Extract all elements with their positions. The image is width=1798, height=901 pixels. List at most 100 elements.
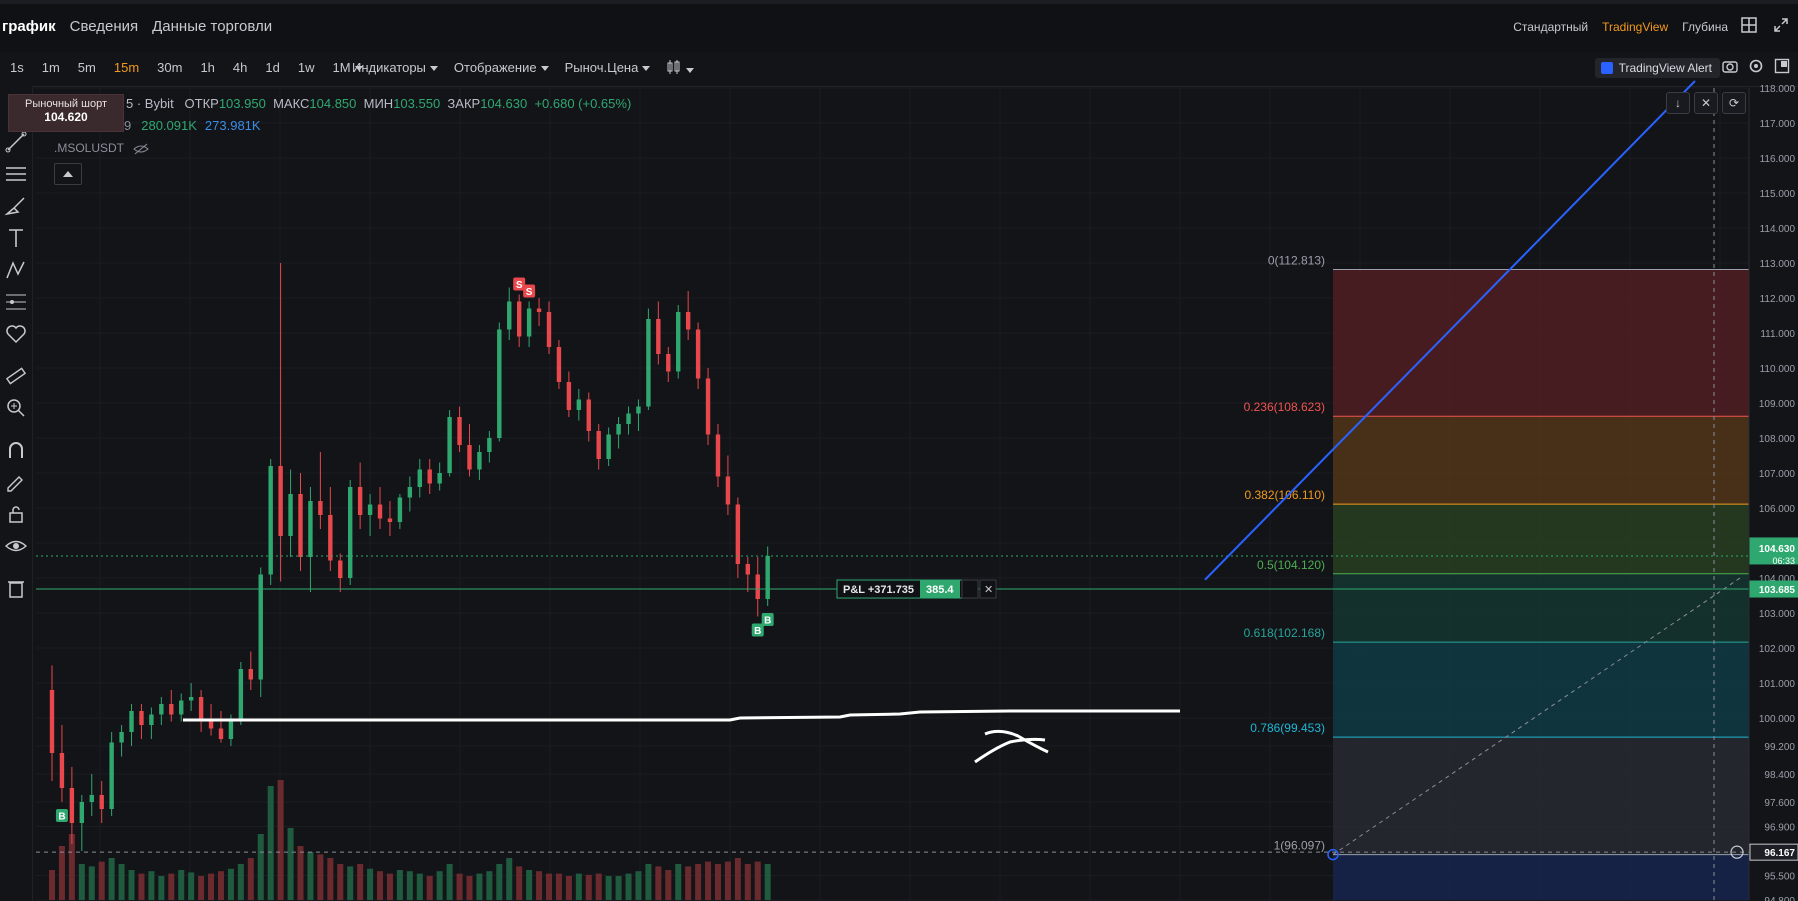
fib-zone [1333, 573, 1749, 643]
candle-body [188, 697, 194, 701]
volume-bar [565, 876, 572, 900]
price-axis-tick: 95.500 [1764, 872, 1795, 883]
volume-bar [575, 873, 582, 900]
candle-body [546, 312, 552, 347]
candle-body [646, 319, 651, 407]
fib-zone [1333, 854, 1749, 900]
open-label: ОТКР [184, 96, 219, 111]
fib-level-label: 0(112.813) [1268, 254, 1325, 268]
eye-off-icon[interactable] [133, 143, 149, 155]
volume-bar [546, 873, 552, 900]
candle-body [666, 354, 671, 372]
market-short-box[interactable]: Рыночный шорт 104.620 [8, 94, 124, 132]
close-icon: ✕ [984, 583, 993, 596]
volume-bar [128, 870, 135, 900]
volume-bar [108, 858, 115, 900]
candle-body [89, 795, 94, 802]
market-short-price: 104.620 [44, 110, 88, 124]
fib-zone [1333, 642, 1749, 738]
volume-bar [247, 858, 254, 900]
fib-zone [1333, 416, 1749, 505]
volume-bar [754, 861, 761, 900]
price-badge-sub: 06:33 [1772, 556, 1795, 566]
volume-bar [198, 876, 205, 900]
pnl-qty: 385.4 [926, 584, 954, 596]
price-badge-label: 96.167 [1764, 848, 1795, 859]
fib-level-label: 0.236(108.623) [1244, 400, 1325, 414]
volume-bar [287, 828, 294, 900]
trade-marker-label: B [58, 812, 65, 823]
volume-bar [98, 861, 105, 900]
candle-body [497, 329, 502, 438]
candle-body [357, 487, 363, 515]
volume-bar [357, 864, 364, 900]
price-axis-tick: 100.000 [1759, 714, 1796, 725]
volume-bar [406, 871, 413, 900]
candle-body [308, 501, 313, 557]
volume-prefix: 9 [124, 118, 132, 133]
exchange-label: 5 · Bybit [126, 96, 174, 111]
download-icon[interactable]: ↓ [1666, 92, 1690, 114]
price-axis-tick: 108.000 [1759, 434, 1796, 445]
candle-body [109, 742, 114, 809]
volume-bar [208, 873, 215, 900]
price-axis-tick: 114.000 [1760, 224, 1796, 235]
candle-body [447, 417, 452, 473]
candle-body [59, 753, 65, 788]
volume-bar [456, 873, 463, 900]
volume-legend: 9 280.091K 273.981K [124, 118, 261, 133]
price-axis-tick: 101.000 [1759, 679, 1796, 690]
candle-body [407, 487, 413, 498]
collapse-legend-button[interactable] [54, 163, 82, 185]
candle-body [656, 319, 661, 354]
price-axis-tick: 107.000 [1759, 469, 1796, 480]
price-chart[interactable]: 0(112.813) 0.236(108.623) 0.382(106.110) 0.… [0, 0, 1798, 901]
volume-bar [555, 873, 562, 900]
change-value: +0.680 (+0.65%) [534, 96, 632, 111]
candle-body [676, 312, 681, 372]
symbol-label: .MSOLUSDT [54, 141, 124, 155]
price-axis-tick: 117.000 [1760, 119, 1796, 130]
candle-body [139, 711, 144, 725]
candle-body [397, 497, 403, 522]
open-value: 103.950 [218, 96, 266, 111]
volume-bar [88, 866, 95, 900]
fib-zone [1333, 737, 1749, 855]
volume-bar [724, 861, 731, 900]
price-axis-tick: 96.900 [1764, 823, 1795, 834]
candle-body [477, 452, 482, 470]
candle-body [218, 728, 224, 739]
candle-body [288, 494, 293, 536]
candle-body [457, 417, 462, 445]
candle-body [99, 795, 104, 809]
candle-body [765, 555, 770, 599]
candle-body [238, 669, 244, 722]
volume-bar [595, 873, 602, 900]
volume-bar [506, 858, 513, 900]
candle-body [228, 721, 234, 739]
volume-bar [685, 866, 692, 900]
candle-body [586, 399, 591, 431]
reverse-position-icon [961, 579, 979, 599]
price-axis-tick: 102.000 [1759, 644, 1796, 655]
candle-body [328, 515, 333, 561]
volume-bar [396, 870, 403, 900]
candle-body [278, 466, 283, 536]
refresh-icon[interactable]: ⟳ [1722, 92, 1746, 114]
price-axis-tick: 103.000 [1759, 609, 1796, 620]
volume-bar [227, 868, 234, 900]
candle-body [119, 732, 124, 743]
price-axis-tick: 118.000 [1760, 84, 1796, 95]
volume-bar [138, 873, 145, 900]
candle-body [208, 721, 214, 729]
volume-bar [526, 870, 533, 900]
high-label: МАКС [273, 96, 310, 111]
volume-bar [347, 866, 354, 900]
volume-bar [297, 846, 304, 900]
close-value: 104.630 [480, 96, 528, 111]
candle-body [596, 431, 601, 459]
symbol-line: .MSOLUSDT [54, 141, 149, 155]
price-axis-tick: 113.000 [1760, 259, 1796, 270]
collapse-icon[interactable]: ✕ [1694, 92, 1718, 114]
volume-bar [714, 864, 721, 900]
